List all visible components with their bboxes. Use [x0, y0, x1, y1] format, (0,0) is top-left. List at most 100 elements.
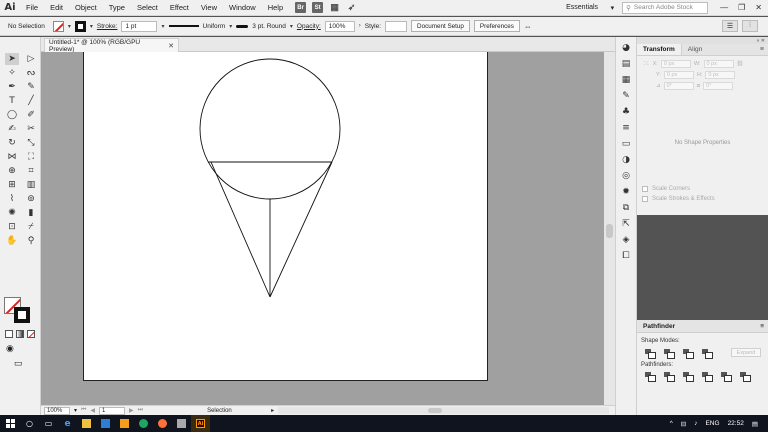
hand-tool-icon[interactable]: ✋	[5, 235, 19, 247]
tab-transform[interactable]: Transform	[637, 44, 682, 55]
chevron-right-icon[interactable]: ▸	[271, 407, 274, 414]
width-tool-icon[interactable]: ⋈	[5, 151, 19, 163]
color-guide-icon[interactable]: ▤	[620, 58, 632, 69]
arrange-panels-icon[interactable]: ⫶	[742, 20, 758, 32]
ellipse-tool-icon[interactable]: ◯	[5, 109, 19, 121]
menu-help[interactable]: Help	[262, 0, 289, 16]
menu-edit[interactable]: Edit	[44, 0, 69, 16]
generic-app-icon[interactable]	[172, 415, 191, 432]
x-field[interactable]: 0 px	[660, 59, 691, 68]
zoom-field[interactable]: 100%	[44, 406, 70, 415]
current-tool-status[interactable]: Selection	[207, 408, 267, 414]
stroke-profile[interactable]: Uniform	[203, 23, 226, 30]
symbols-icon[interactable]: ♣	[620, 106, 632, 117]
shear-field[interactable]: 0°	[703, 82, 734, 90]
artboard[interactable]	[83, 52, 488, 381]
pen-tool-icon[interactable]: ✒	[5, 81, 19, 93]
export-icon[interactable]: ⇱	[620, 218, 632, 229]
close-icon[interactable]: ✕	[755, 3, 762, 12]
scale-tool-icon[interactable]: ⤡	[24, 137, 38, 149]
lasso-tool-icon[interactable]: ᔓ	[24, 67, 38, 79]
pathfinder-title[interactable]: Pathfinder	[643, 323, 675, 330]
prev-artboard-icon[interactable]: ◀	[90, 407, 95, 414]
opacity-label[interactable]: Opacity:	[297, 23, 321, 30]
store-icon[interactable]	[96, 415, 115, 432]
symbol-sprayer-tool-icon[interactable]: ✺	[5, 207, 19, 219]
gradient-mode-icon[interactable]	[16, 330, 24, 338]
app-icon[interactable]	[115, 415, 134, 432]
expand-button[interactable]: Expand	[731, 348, 761, 357]
language-indicator[interactable]: ENG	[705, 420, 719, 427]
next-artboard-icon[interactable]: ▶	[129, 407, 134, 414]
graphic-styles-icon[interactable]: ✹	[620, 186, 632, 197]
volume-icon[interactable]: ♪	[694, 420, 697, 427]
intersect-icon[interactable]	[683, 348, 694, 359]
direct-selection-tool-icon[interactable]: ▷	[24, 53, 38, 65]
paintbrush-tool-icon[interactable]: ✐	[24, 109, 38, 121]
column-graph-tool-icon[interactable]: ▮	[24, 207, 38, 219]
outline-icon[interactable]	[721, 372, 732, 382]
zoom-tool-icon[interactable]: ⚲	[24, 235, 38, 247]
firefox-icon[interactable]	[153, 415, 172, 432]
vertical-scroll-thumb[interactable]	[606, 224, 613, 238]
asset-export-icon[interactable]: ⧉	[620, 202, 632, 213]
chrome-icon[interactable]	[134, 415, 153, 432]
divide-icon[interactable]	[645, 372, 656, 382]
rotate-tool-icon[interactable]: ↻	[5, 137, 19, 149]
chevron-up-icon[interactable]: ^	[670, 420, 673, 427]
workspace-switcher[interactable]: Essentials ▾	[564, 2, 616, 14]
transparency-icon[interactable]: ◑	[620, 154, 632, 165]
chevron-down-icon[interactable]: ▾	[161, 23, 164, 30]
menu-object[interactable]: Object	[69, 0, 103, 16]
chevron-down-icon[interactable]: ▾	[229, 23, 232, 30]
clock[interactable]: 22:52	[728, 420, 744, 427]
unite-icon[interactable]	[645, 348, 656, 359]
document-setup-button[interactable]: Document Setup	[411, 20, 470, 32]
fill-stroke-control[interactable]	[4, 297, 34, 327]
y-field[interactable]: 0 px	[663, 71, 694, 79]
fill-swatch[interactable]	[52, 20, 64, 32]
stock-icon[interactable]: St	[312, 2, 324, 13]
menu-type[interactable]: Type	[103, 0, 131, 16]
perspective-grid-tool-icon[interactable]: ⌗	[24, 165, 38, 177]
minus-back-icon[interactable]	[740, 372, 751, 382]
menu-effect[interactable]: Effect	[164, 0, 195, 16]
scissors-tool-icon[interactable]: ✂	[24, 123, 38, 135]
brushes-icon[interactable]: ✎	[620, 90, 632, 101]
layers-icon[interactable]: ◈	[620, 234, 632, 245]
scale-corners-checkbox[interactable]: Scale Corners	[637, 182, 768, 192]
checkbox-box[interactable]	[642, 196, 648, 202]
type-tool-icon[interactable]: T	[5, 95, 19, 107]
chevron-down-icon[interactable]: ▾	[290, 23, 293, 30]
brush-definition[interactable]: 3 pt. Round	[252, 23, 286, 30]
horizontal-scrollbar[interactable]	[278, 407, 609, 414]
free-transform-tool-icon[interactable]: ⛶	[24, 151, 38, 163]
network-icon[interactable]: ⊟	[681, 420, 686, 428]
swatches-icon[interactable]: ▦	[620, 74, 632, 85]
gradient-tool-icon[interactable]: ▥	[24, 179, 38, 191]
stroke-panel-icon[interactable]: ≡	[620, 122, 632, 133]
align-icon[interactable]: ⇔	[524, 22, 532, 31]
draw-mode-icon[interactable]: ◉	[6, 343, 14, 354]
artboard-number-field[interactable]: 1	[99, 406, 126, 415]
stroke-weight-field[interactable]: 1 pt	[121, 20, 158, 32]
stroke-black-swatch[interactable]	[14, 307, 30, 323]
selection-tool-icon[interactable]: ➤	[5, 53, 19, 65]
search-icon[interactable]: ○	[20, 415, 39, 432]
gradient-panel-icon[interactable]: ▭	[620, 138, 632, 149]
menu-view[interactable]: View	[195, 0, 223, 16]
tab-align[interactable]: Align	[682, 44, 708, 55]
panel-menu-icon[interactable]: ≡	[760, 323, 768, 330]
w-field[interactable]: 0 px	[703, 59, 734, 68]
first-artboard-icon[interactable]: ⏮	[81, 407, 86, 414]
trim-icon[interactable]	[664, 372, 675, 382]
horizontal-scroll-thumb[interactable]	[428, 408, 443, 413]
screen-mode-icon[interactable]: ▭	[14, 358, 23, 369]
file-explorer-icon[interactable]	[77, 415, 96, 432]
document-tab[interactable]: Untitled-1* @ 100% (RGB/GPU Preview) ✕	[44, 38, 179, 53]
notifications-icon[interactable]: ▤	[752, 420, 758, 428]
color-mode-icon[interactable]	[5, 330, 13, 338]
menu-file[interactable]: File	[20, 0, 44, 16]
menu-window[interactable]: Window	[223, 0, 262, 16]
vertical-scrollbar[interactable]	[604, 52, 615, 405]
